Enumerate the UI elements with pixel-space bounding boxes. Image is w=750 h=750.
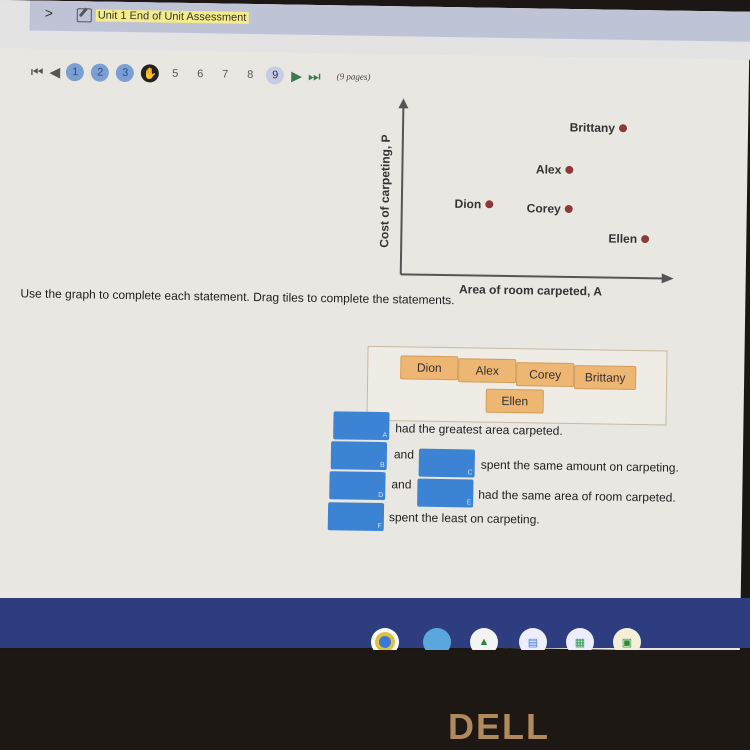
point-label-corey: Corey xyxy=(527,201,562,216)
page-9[interactable]: 9 xyxy=(266,66,285,85)
point-label-brittany: Brittany xyxy=(570,120,616,135)
statement-bc: spent the same amount on carpeting. xyxy=(480,457,679,475)
y-axis xyxy=(399,104,405,275)
laptop-bezel xyxy=(0,650,750,750)
tile-dion[interactable]: Dion xyxy=(400,355,459,381)
prev-page-icon[interactable]: ◀ xyxy=(49,63,60,80)
top-bar: > Unit 1 End of Unit Assessment xyxy=(0,0,750,60)
tile-corey[interactable]: Corey xyxy=(515,362,575,388)
page-1[interactable]: 1 xyxy=(66,63,85,82)
statement-f: spent the least on carpeting. xyxy=(388,510,540,527)
point-label-alex: Alex xyxy=(536,162,562,176)
page-6[interactable]: 6 xyxy=(191,65,209,83)
tile-ellen[interactable]: Ellen xyxy=(485,388,544,414)
last-page-icon[interactable]: ⏭ xyxy=(308,67,321,84)
first-page-icon[interactable]: ⏮ xyxy=(31,63,44,80)
point-label-ellen: Ellen xyxy=(608,231,637,245)
y-axis-arrow xyxy=(398,98,409,109)
page-count: (9 pages) xyxy=(336,71,371,82)
next-page-icon[interactable]: ▶ xyxy=(291,67,302,84)
assessment-title: Unit 1 End of Unit Assessment xyxy=(95,9,249,24)
tile-bank: Dion Alex Corey Brittany Ellen xyxy=(366,345,668,426)
drop-slot-a[interactable]: A xyxy=(333,411,390,441)
x-axis xyxy=(400,273,666,280)
screen: > Unit 1 End of Unit Assessment ⏮ ◀ 1 2 … xyxy=(0,0,750,652)
pagination: ⏮ ◀ 1 2 3 ✋ 5 6 7 8 9 ▶ ⏭ (9 pages) xyxy=(31,62,371,85)
page-2[interactable]: 2 xyxy=(91,63,110,82)
x-axis-label: Area of room carpeted, A xyxy=(459,282,602,298)
point-ellen xyxy=(641,235,650,244)
title-bar: > Unit 1 End of Unit Assessment xyxy=(29,0,750,42)
and-text-2: and xyxy=(391,477,412,492)
statement-a: had the greatest area carpeted. xyxy=(395,421,563,438)
point-brittany xyxy=(619,124,628,133)
x-axis-arrow xyxy=(661,273,674,284)
scatter-chart: Area of room carpeted, A Cost of carpeti… xyxy=(377,98,674,298)
drop-slot-f[interactable]: F xyxy=(327,502,385,532)
dell-logo: DELL xyxy=(448,706,550,747)
chevron-right-icon[interactable]: > xyxy=(45,5,53,21)
y-axis-label: Cost of carpeting, P xyxy=(377,134,393,248)
edit-icon xyxy=(76,8,92,23)
point-dion xyxy=(485,200,494,209)
hand-cursor-icon[interactable]: ✋ xyxy=(141,64,160,83)
and-text-1: and xyxy=(393,447,415,462)
statement-de: had the same area of room carpeted. xyxy=(478,487,676,505)
point-corey xyxy=(564,204,573,213)
tile-brittany[interactable]: Brittany xyxy=(573,365,637,391)
point-alex xyxy=(565,165,574,174)
page-3[interactable]: 3 xyxy=(116,63,135,83)
drop-slot-b[interactable]: B xyxy=(330,441,388,471)
drop-slot-e[interactable]: E xyxy=(417,478,474,508)
page-7[interactable]: 7 xyxy=(216,65,234,83)
drop-slot-d[interactable]: D xyxy=(329,471,386,501)
page-5[interactable]: 5 xyxy=(166,65,184,83)
drop-slot-c[interactable]: C xyxy=(418,448,475,478)
point-label-dion: Dion xyxy=(455,197,482,211)
page-8[interactable]: 8 xyxy=(241,66,259,84)
tile-alex[interactable]: Alex xyxy=(458,358,517,384)
